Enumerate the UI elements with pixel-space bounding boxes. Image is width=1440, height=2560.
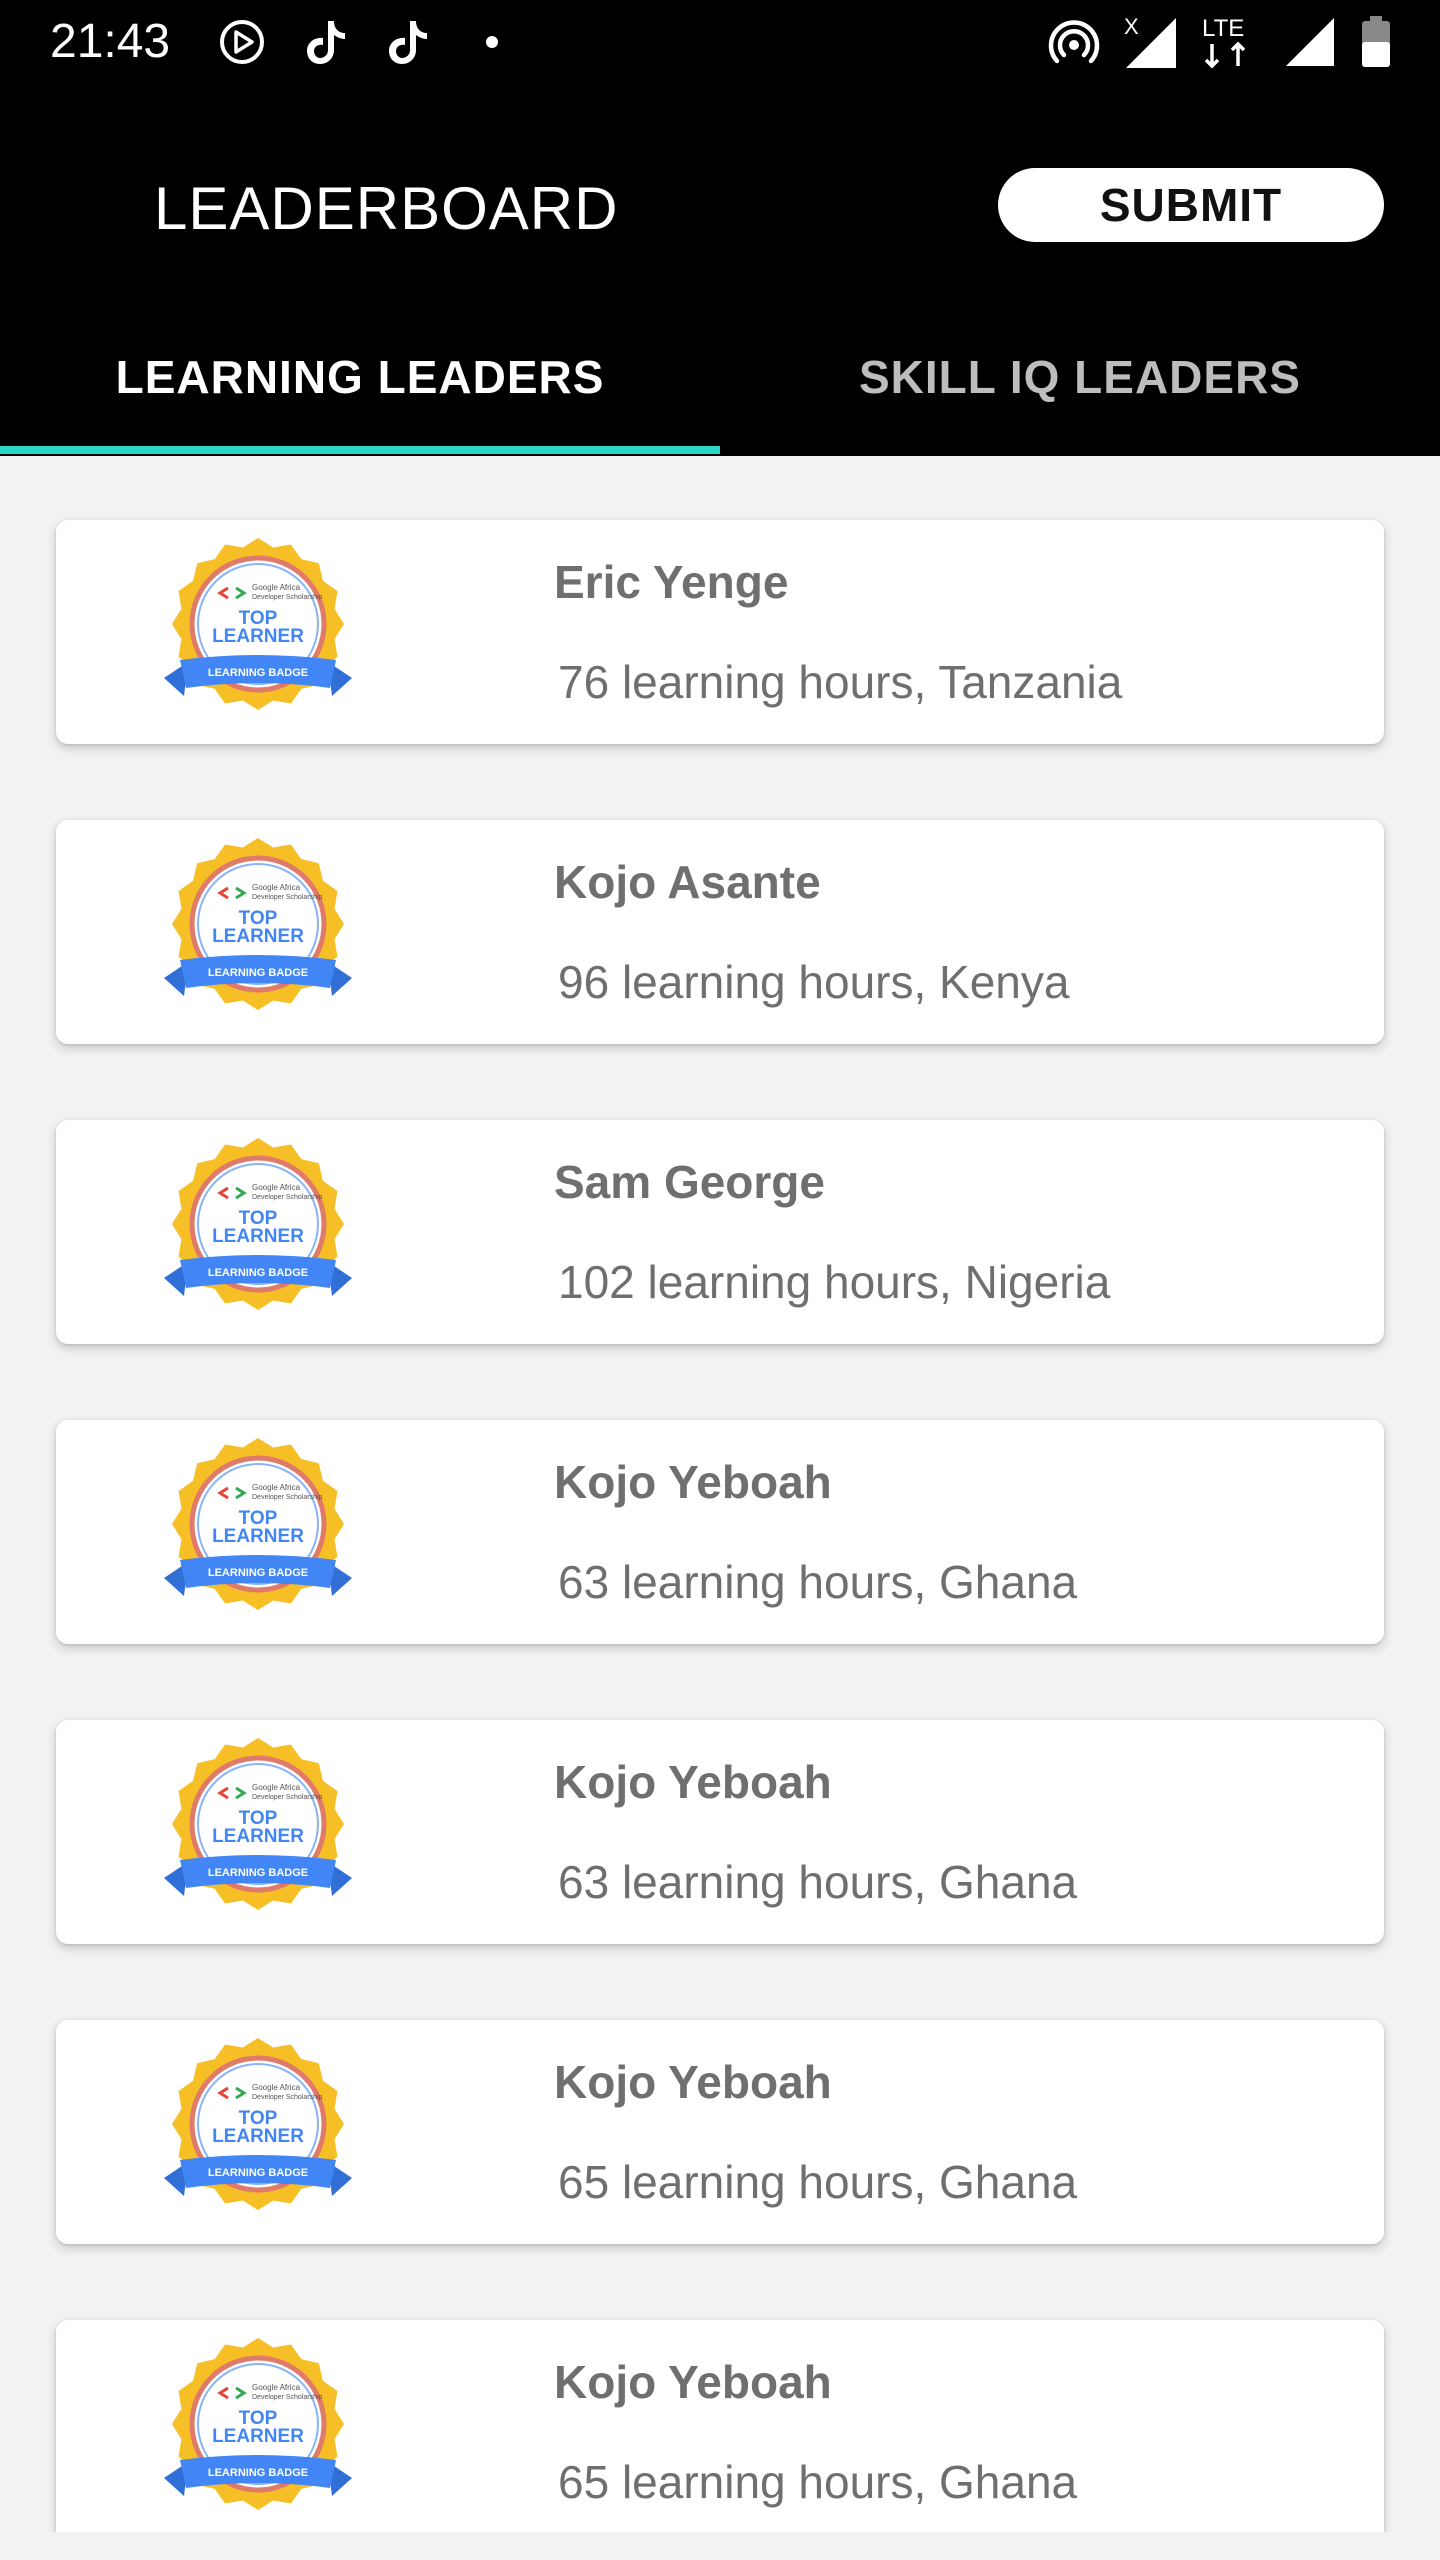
leader-detail: 96 learning hours, Kenya: [558, 956, 1070, 1008]
badge-ribbon: LEARNING BADGE: [208, 967, 308, 979]
badge-learner: LEARNER: [212, 1526, 304, 1547]
status-time: 21:43: [50, 15, 171, 68]
page-title: LEADERBOARD: [154, 175, 619, 242]
submit-button[interactable]: SUBMIT: [998, 168, 1384, 242]
notification-dot-icon: [480, 14, 504, 70]
badge-learner: LEARNER: [212, 2426, 304, 2447]
signal-x-label: X: [1124, 14, 1139, 39]
signal-x-icon: X: [1120, 14, 1184, 70]
badge-line1: Google Africa: [252, 2083, 301, 2092]
lte-label: LTE: [1202, 15, 1244, 42]
top-learner-badge-icon: Google Africa Developer Scholarship TOP LEA…: [158, 2338, 358, 2528]
leader-name: Kojo Yeboah: [554, 2056, 832, 2108]
top-learner-badge-icon: Google Africa Developer Scholarship TOP LEA…: [158, 1738, 358, 1928]
leader-detail: 63 learning hours, Ghana: [558, 1556, 1078, 1608]
leader-name: Kojo Asante: [554, 856, 821, 908]
badge-line2: Developer Scholarship: [252, 594, 323, 601]
leader-name: Eric Yenge: [554, 556, 789, 608]
status-bar: 21:43 X LTE: [0, 0, 1440, 84]
badge-line2: Developer Scholarship: [252, 1794, 323, 1801]
list-item[interactable]: Google Africa Developer Scholarship TOP LEA…: [56, 1120, 1384, 1344]
list-item[interactable]: Google Africa Developer Scholarship TOP LEA…: [56, 820, 1384, 1044]
tab-indicator: [0, 446, 720, 454]
leader-detail: 76 learning hours, Tanzania: [558, 656, 1123, 708]
badge-line1: Google Africa: [252, 1483, 301, 1492]
top-learner-badge-icon: Google Africa Developer Scholarship TOP LEA…: [158, 838, 358, 1028]
list-item[interactable]: Google Africa Developer Scholarship TOP LEA…: [56, 520, 1384, 744]
badge-line2: Developer Scholarship: [252, 894, 323, 901]
badge-learner: LEARNER: [212, 2126, 304, 2147]
badge-ribbon: LEARNING BADGE: [208, 2467, 308, 2479]
badge-line1: Google Africa: [252, 1183, 301, 1192]
badge-line2: Developer Scholarship: [252, 2394, 323, 2401]
badge-learner: LEARNER: [212, 626, 304, 647]
leaders-list[interactable]: Google Africa Developer Scholarship TOP LEA…: [0, 456, 1440, 2532]
leader-name: Sam George: [554, 1156, 825, 1208]
badge-ribbon: LEARNING BADGE: [208, 1867, 308, 1879]
badge-ribbon: LEARNING BADGE: [208, 2167, 308, 2179]
badge-learner: LEARNER: [212, 1226, 304, 1247]
list-item[interactable]: Google Africa Developer Scholarship TOP LEA…: [56, 1720, 1384, 1944]
top-learner-badge-icon: Google Africa Developer Scholarship TOP LEA…: [158, 2038, 358, 2228]
top-learner-badge-icon: Google Africa Developer Scholarship TOP LEA…: [158, 1438, 358, 1628]
list-item[interactable]: Google Africa Developer Scholarship TOP LEA…: [56, 2020, 1384, 2244]
badge-ribbon: LEARNING BADGE: [208, 667, 308, 679]
tab-learning-leaders[interactable]: LEARNING LEADERS: [0, 334, 720, 420]
signal-icon: [1280, 14, 1340, 70]
tiktok-icon: [380, 14, 436, 70]
hotspot-icon: [1044, 14, 1104, 70]
tiktok-icon: [298, 14, 354, 70]
badge-ribbon: LEARNING BADGE: [208, 1267, 308, 1279]
battery-icon: [1356, 14, 1396, 70]
badge-line1: Google Africa: [252, 2383, 301, 2392]
badge-learner: LEARNER: [212, 926, 304, 947]
badge-line2: Developer Scholarship: [252, 2094, 323, 2101]
badge-ribbon: LEARNING BADGE: [208, 1567, 308, 1579]
list-item[interactable]: Google Africa Developer Scholarship TOP LEA…: [56, 1420, 1384, 1644]
badge-line1: Google Africa: [252, 883, 301, 892]
top-learner-badge-icon: Google Africa Developer Scholarship TOP LEA…: [158, 1138, 358, 1328]
play-store-icon: [214, 14, 270, 70]
badge-line2: Developer Scholarship: [252, 1194, 323, 1201]
bottom-edge: [0, 2532, 1440, 2560]
tab-skill-iq-leaders[interactable]: SKILL IQ LEADERS: [720, 334, 1440, 420]
app-bar: LEADERBOARD SUBMIT LEARNING LEADERS SKIL…: [0, 84, 1440, 456]
leader-name: Kojo Yeboah: [554, 1756, 832, 1808]
badge-line1: Google Africa: [252, 1783, 301, 1792]
leader-detail: 65 learning hours, Ghana: [558, 2156, 1078, 2208]
top-learner-badge-icon: Google Africa Developer Scholarship TOP LEA…: [158, 538, 358, 728]
leader-detail: 63 learning hours, Ghana: [558, 1856, 1078, 1908]
list-item[interactable]: Google Africa Developer Scholarship TOP LEA…: [56, 2320, 1384, 2532]
leader-name: Kojo Yeboah: [554, 1456, 832, 1508]
leader-detail: 65 learning hours, Ghana: [558, 2456, 1078, 2508]
badge-line2: Developer Scholarship: [252, 1494, 323, 1501]
leader-name: Kojo Yeboah: [554, 2356, 832, 2408]
leader-detail: 102 learning hours, Nigeria: [558, 1256, 1111, 1308]
badge-learner: LEARNER: [212, 1826, 304, 1847]
lte-icon: LTE: [1198, 14, 1264, 70]
badge-line1: Google Africa: [252, 583, 301, 592]
